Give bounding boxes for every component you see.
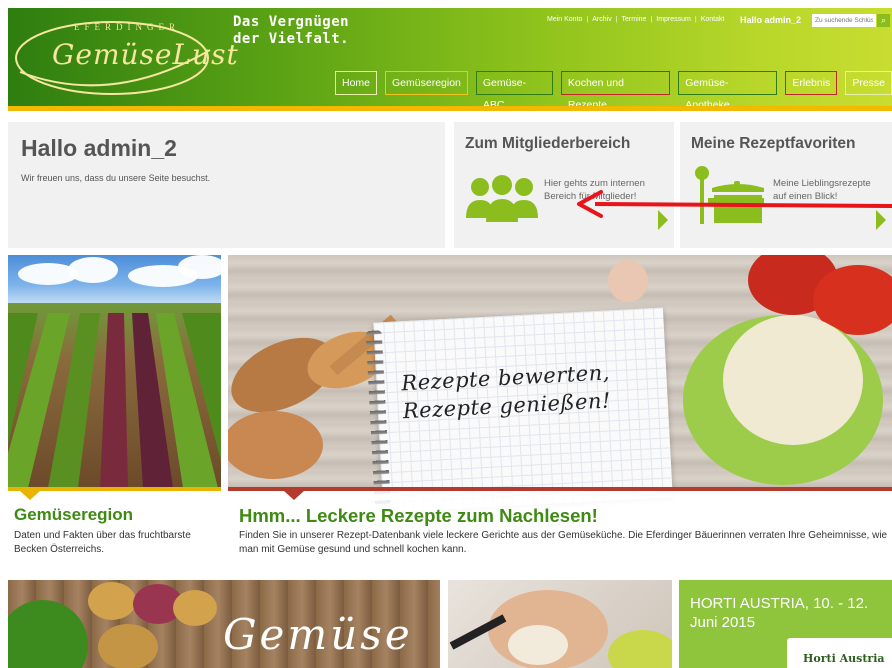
hello-box: Hallo admin_2 Wir freuen uns, dass du un… (8, 122, 445, 248)
vegetable-field-image (8, 303, 221, 488)
garlic-image (608, 260, 648, 302)
tile-text: Finden Sie in unserer Rezept-Datenbank v… (239, 530, 888, 555)
topnav-kontakt[interactable]: Kontakt (697, 16, 729, 23)
tile-caption: Gemüseregion Daten und Fakten über das f… (8, 487, 221, 573)
topnav-separator: | (650, 16, 653, 23)
slogan: Das Vergnügen der Vielfalt. (233, 14, 349, 48)
topnav-separator: | (615, 16, 618, 23)
slogan-line-1: Das Vergnügen (233, 14, 350, 30)
horti-title: HORTI AUSTRIA, 10. - 12. Juni 2015 (690, 595, 869, 631)
tile-gemueseregion[interactable]: Gemüseregion Daten und Fakten über das f… (8, 255, 221, 573)
cloud (178, 255, 221, 279)
people-icon (466, 175, 538, 222)
nav-erlebnis[interactable]: Erlebnis (785, 71, 838, 95)
topnav-mein-konto[interactable]: Mein Konto (543, 16, 586, 23)
green-beans-image (8, 600, 88, 668)
red-annotation-arrow-icon (577, 190, 892, 218)
nav-gemuese-abc[interactable]: Gemüse-ABC (475, 71, 553, 111)
logo-name-text: GemüseLust (52, 38, 239, 71)
top-nav: Mein Konto | Archiv | Termine | Impressum | … (543, 16, 728, 23)
tile-title: Hmm... Leckere Rezepte zum Nachlesen! (239, 505, 598, 526)
tile-gemuese[interactable]: Gemüse (8, 580, 440, 668)
site-header: EFERDINGER GemüseLust Das Vergnügen der … (8, 8, 892, 111)
nav-kochen-und-rezepte[interactable]: Kochen und Rezepte (560, 71, 671, 111)
nav-presse[interactable]: Presse (845, 71, 892, 95)
user-greeting: Hallo admin_2 (740, 15, 802, 25)
horti-austria-logo: Horti Austria (787, 638, 892, 668)
topnav-separator: | (694, 16, 697, 23)
nav-gemuese-apotheke[interactable]: Gemüse-Apotheke (678, 71, 778, 111)
topnav-termine[interactable]: Termine (618, 16, 651, 23)
caption-notch (20, 491, 40, 500)
gemuese-word: Gemüse (223, 610, 413, 659)
main-nav: Home Gemüseregion Gemüse-ABC Kochen und … (335, 71, 892, 111)
cloud (68, 257, 118, 283)
search-input[interactable] (812, 14, 876, 27)
tile-rezepte[interactable]: Rezepte bewerten, Rezepte genießen! Hmm.… (228, 255, 892, 573)
topnav-archiv[interactable]: Archiv (588, 16, 615, 23)
notebook-image: Rezepte bewerten, Rezepte genießen! (365, 307, 673, 513)
hello-text: Wir freuen uns, dass du unsere Seite bes… (21, 173, 211, 183)
field-sky-image (8, 255, 221, 305)
notebook-handwriting: Rezepte bewerten, Rezepte genießen! (401, 358, 612, 425)
recipe-favorites-box[interactable]: Meine Rezeptfavoriten Meine Lieblingsrez… (680, 122, 892, 248)
member-area-box[interactable]: Zum Mitgliederbereich Hier gehts zum int… (454, 122, 674, 248)
tile-horti-austria[interactable]: HORTI AUSTRIA, 10. - 12. Juni 2015 Horti… (679, 580, 892, 668)
slogan-line-2: der Vielfalt. (233, 31, 350, 47)
mushroom-image (508, 625, 568, 665)
vegetables-image (608, 630, 672, 668)
tile-caption: Hmm... Leckere Rezepte zum Nachlesen! Fi… (228, 487, 892, 573)
potato-image (88, 582, 136, 620)
tile-text: Daten und Fakten über das fruchtbarste B… (14, 530, 191, 555)
nav-home[interactable]: Home (335, 71, 378, 95)
cauliflower-image (723, 315, 863, 445)
logo-eferding-text: EFERDINGER (74, 22, 180, 32)
tile-title: Gemüseregion (14, 505, 134, 524)
member-area-title: Zum Mitgliederbereich (465, 135, 631, 152)
hello-title: Hallo admin_2 (21, 135, 177, 161)
gemueselust-logo[interactable]: EFERDINGER GemüseLust (12, 12, 238, 98)
tile-kitchen[interactable] (448, 580, 672, 668)
topnav-separator: | (586, 16, 589, 23)
caption-notch (284, 491, 304, 500)
potato-image (98, 624, 158, 668)
member-area-desc-line-1: Hier gehts zum internen (544, 178, 645, 189)
recipe-favorites-desc-line-1: Meine Lieblingsrezepte (773, 178, 871, 189)
potato-image (173, 590, 217, 626)
recipe-favorites-title: Meine Rezeptfavoriten (691, 135, 856, 152)
info-row: Hallo admin_2 Wir freuen uns, dass du un… (8, 122, 892, 248)
search-icon: ⌕ (880, 15, 887, 25)
nav-gemueseregion[interactable]: Gemüseregion (385, 71, 468, 95)
search-button[interactable]: ⌕ (877, 14, 890, 27)
caption-bar (228, 487, 892, 491)
field-rows-icon (8, 313, 221, 488)
topnav-impressum[interactable]: Impressum (652, 16, 695, 23)
